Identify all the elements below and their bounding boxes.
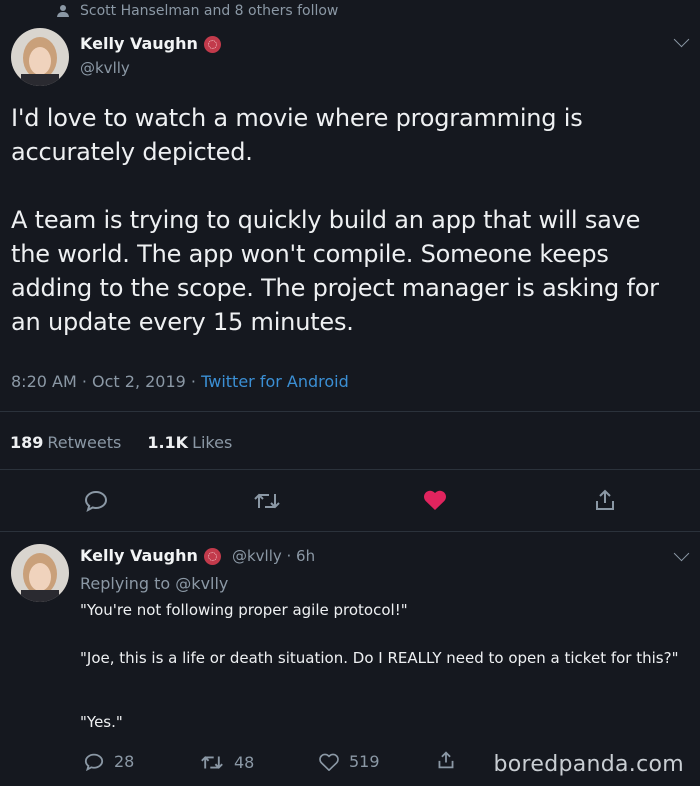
heart-icon	[424, 490, 446, 510]
person-icon	[57, 4, 69, 18]
share-button[interactable]	[594, 488, 616, 516]
replying-to-link[interactable]: @kvlly	[175, 574, 228, 593]
share-icon	[438, 751, 454, 769]
reply-author-name[interactable]: Kelly Vaughn	[80, 546, 198, 565]
divider	[0, 531, 700, 532]
tweet-text: I'd love to watch a movie where programm…	[11, 104, 659, 336]
reply-line-1: "You're not following proper agile proto…	[80, 601, 408, 619]
retweet-icon	[201, 756, 223, 769]
social-context: Scott Hanselman and 8 others follow	[57, 0, 338, 22]
author-name[interactable]: Kelly Vaughn	[80, 34, 198, 53]
likes-stat[interactable]: 1.1K Likes	[147, 433, 232, 452]
reply-count: 28	[114, 752, 135, 771]
reply-line-3: "Yes."	[80, 713, 123, 731]
like-count: 519	[349, 752, 380, 771]
reply-retweet-button[interactable]: 48	[200, 753, 254, 772]
reply-reply-button[interactable]: 28	[84, 752, 134, 771]
verified-badge-icon	[203, 548, 221, 565]
replying-to: Replying to @kvlly	[80, 574, 229, 593]
retweet-button[interactable]	[253, 491, 281, 515]
tweet-timestamp[interactable]: 8:20 AM · Oct 2, 2019 ·	[11, 372, 201, 391]
reply-button[interactable]	[84, 490, 108, 516]
author-handle[interactable]: @kvlly	[80, 59, 130, 77]
retweet-icon	[254, 493, 280, 509]
tweet-meta: 8:20 AM · Oct 2, 2019 · Twitter for Andr…	[11, 372, 349, 391]
reply-handle-time[interactable]: @kvlly · 6h	[232, 547, 315, 565]
reply-avatar[interactable]	[11, 544, 69, 602]
share-icon	[596, 489, 614, 510]
retweets-stat[interactable]: 189 Retweets	[10, 433, 121, 452]
divider	[0, 411, 700, 412]
chevron-down-icon[interactable]	[673, 31, 690, 48]
tweet-author[interactable]: Kelly Vaughn	[80, 34, 221, 53]
heart-icon	[319, 753, 339, 771]
reply-header: Kelly Vaughn @kvlly · 6h	[80, 546, 315, 565]
avatar[interactable]	[11, 28, 69, 86]
verified-badge-icon	[203, 36, 221, 53]
social-context-text: Scott Hanselman and 8 others follow	[80, 3, 339, 19]
watermark: boredpanda.com	[493, 752, 684, 777]
retweet-count: 48	[234, 753, 255, 772]
like-button[interactable]	[423, 489, 447, 515]
reply-like-button[interactable]: 519	[319, 752, 380, 771]
tweet-client-link[interactable]: Twitter for Android	[201, 372, 349, 391]
chevron-down-icon[interactable]	[673, 545, 690, 562]
reply-line-2: "Joe, this is a life or death situation.…	[80, 649, 679, 667]
tweet-stats: 189 Retweets 1.1K Likes	[10, 433, 232, 452]
reply-share-button[interactable]	[437, 750, 455, 774]
reply-icon	[84, 753, 104, 771]
reply-icon	[84, 490, 108, 512]
divider	[0, 469, 700, 470]
